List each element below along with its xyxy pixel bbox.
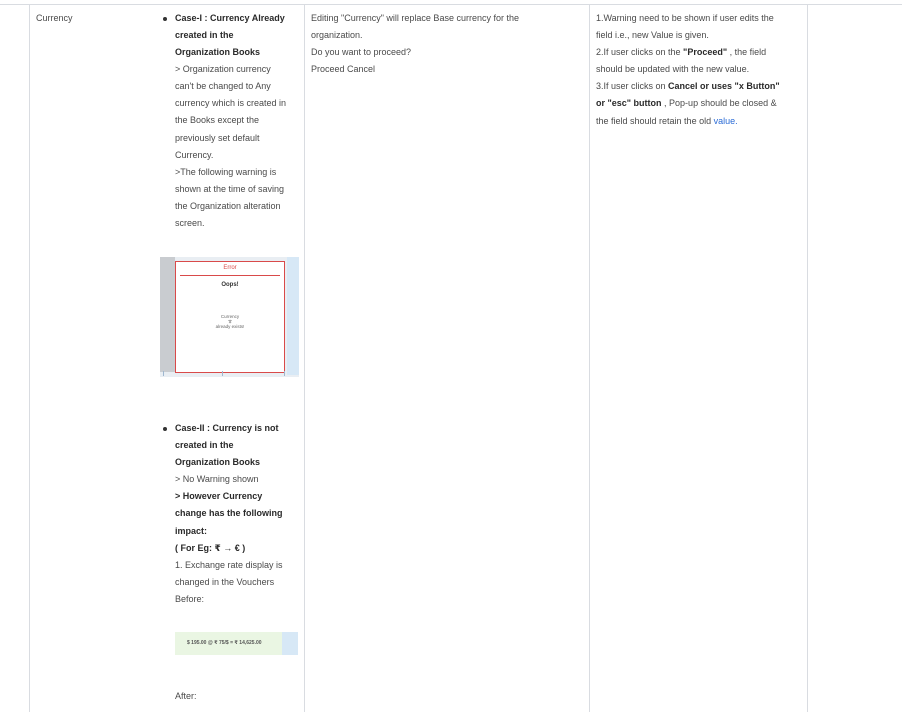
case2-exchange-line: changed in the Vouchers [175, 577, 275, 587]
case2-impact-line: impact: [175, 526, 208, 536]
case1-desc-line: Currency. [175, 150, 214, 160]
bullet-icon [163, 17, 167, 21]
screenshot-side-panel [287, 257, 299, 375]
expected-emphasis: Cancel or uses "x Button" [668, 81, 780, 91]
error-dialog-divider [180, 275, 280, 276]
case1-desc-line: > Organization currency [175, 64, 271, 74]
screenshot-tick [163, 371, 164, 376]
case1-desc-line: can't be changed to Any [175, 81, 271, 91]
case1-desc-line: previously set default [175, 133, 260, 143]
exchange-rate-text: $ 195.00 @ ₹ 75/$ = ₹ 14,625.00 [187, 640, 262, 646]
case1-title-line: created in the [175, 30, 234, 40]
expected-line: field i.e., new Value is given. [596, 30, 709, 40]
screenshot-backdrop [160, 257, 175, 372]
case1-desc-line: currency which is created in [175, 98, 287, 108]
expected-text: the field should retain the old [596, 116, 714, 126]
expected-line: 2.If user clicks on the "Proceed" , the … [596, 44, 766, 61]
case1-desc-line: the Organization alteration [175, 201, 281, 211]
case2-no-warning: > No Warning shown [175, 474, 259, 484]
error-dialog-screenshot: Error Oops! Currency '$' already exists! [160, 257, 299, 377]
error-dialog: Error Oops! Currency '$' already exists! [175, 261, 285, 373]
case2-title-line: Organization Books [175, 457, 261, 467]
expected-text: 2.If user clicks on the [596, 47, 684, 57]
case2-impact-line: ( For Eg: ₹ → € ) [175, 543, 246, 553]
expected-line: 1.Warning need to be shown if user edits… [596, 13, 774, 23]
message-line: Editing "Currency" will replace Base cur… [311, 13, 519, 23]
case1-desc-line: screen. [175, 218, 205, 228]
case2-before-label: Before: [175, 594, 205, 604]
screenshot-tick [222, 371, 223, 376]
case1-desc-line: the Books except the [175, 115, 260, 125]
requirements-table: Currency Case-I : Currency Already creat… [0, 0, 902, 712]
screenshot-tick [284, 371, 285, 376]
case2-impact-line: change has the following [175, 508, 283, 518]
expected-line: the field should retain the old value. [596, 113, 738, 130]
expected-line: should be updated with the new value. [596, 64, 750, 74]
column-divider [589, 4, 590, 712]
bullet-icon [163, 427, 167, 431]
expected-emphasis: "Proceed" [683, 47, 728, 57]
case2-impact-line: > However Currency [175, 491, 263, 501]
expected-line: or "esc" button , Pop-up should be close… [596, 95, 777, 112]
case1-title-line: Organization Books [175, 47, 261, 57]
message-line: organization. [311, 30, 363, 40]
column-divider [304, 4, 305, 712]
error-dialog-message: Currency '$' already exists! [176, 314, 284, 329]
case2-title-line: created in the [175, 440, 234, 450]
message-buttons-line: Proceed Cancel [311, 64, 376, 74]
column-divider [807, 4, 808, 712]
error-dialog-title: Error [223, 265, 237, 271]
case1-title-line: Case-I : Currency Already [175, 13, 285, 23]
expected-text: , Pop-up should be closed & [661, 98, 777, 108]
case2-exchange-line: 1. Exchange rate display is [175, 560, 283, 570]
exchange-rate-screenshot: $ 195.00 @ ₹ 75/$ = ₹ 14,625.00 [175, 632, 298, 655]
case1-desc-line: >The following warning is [175, 167, 277, 177]
case2-after-label: After: [175, 691, 197, 701]
case1-desc-line: shown at the time of saving [175, 184, 285, 194]
column-divider [29, 4, 30, 712]
expected-text: , the field [727, 47, 767, 57]
error-message-line: already exists! [215, 324, 245, 329]
expected-line: 3.If user clicks on Cancel or uses "x Bu… [596, 78, 780, 95]
value-link[interactable]: value. [714, 116, 738, 126]
screenshot-side-panel [282, 632, 298, 655]
field-name-cell: Currency [36, 13, 73, 23]
case2-title-line: Case-II : Currency is not [175, 423, 279, 433]
error-dialog-heading: Oops! [221, 282, 239, 288]
message-line: Do you want to proceed? [311, 47, 412, 57]
table-top-border [0, 4, 902, 5]
expected-emphasis: or "esc" button [596, 98, 662, 108]
expected-text: 3.If user clicks on [596, 81, 669, 91]
